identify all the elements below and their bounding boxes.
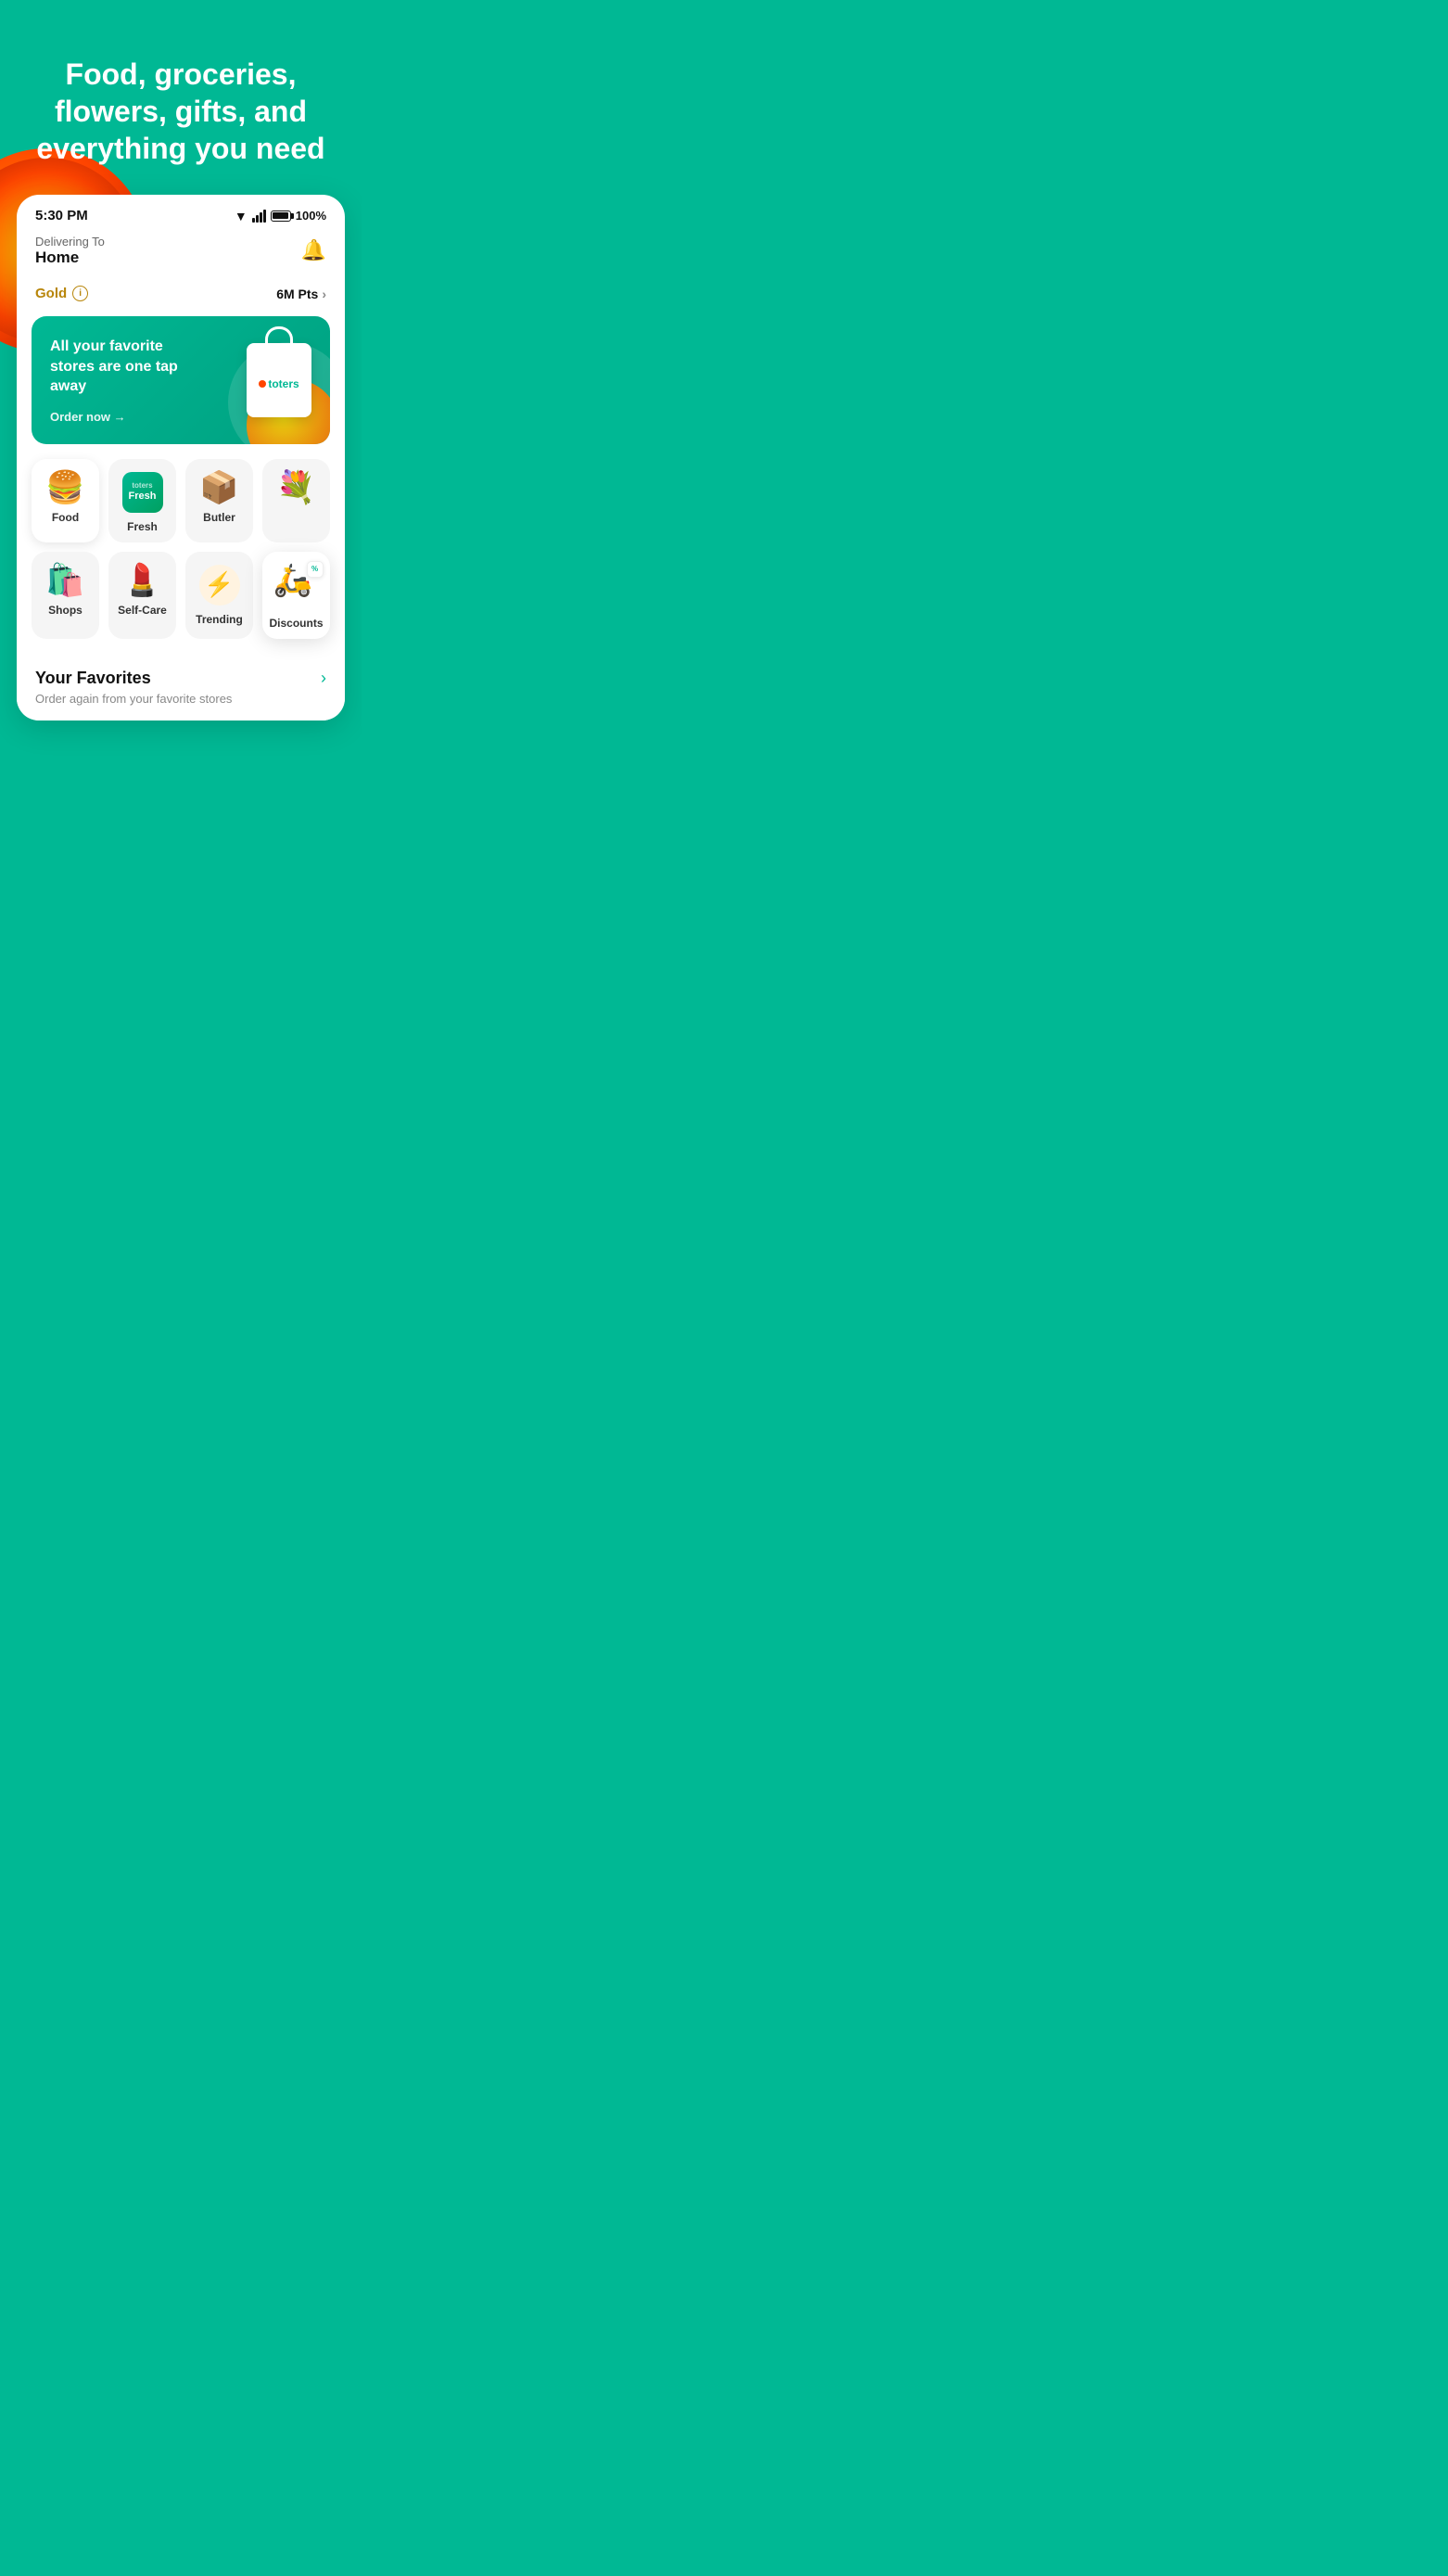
app-wrapper: Food, groceries, flowers, gifts, and eve… xyxy=(0,0,362,758)
points-display[interactable]: 6M Pts › xyxy=(276,287,326,301)
selfcare-icon: 💄 xyxy=(122,565,161,596)
flowers-icon: 💐 xyxy=(276,472,315,504)
status-icons: ▼ 100% xyxy=(235,209,326,223)
favorites-subtitle: Order again from your favorite stores xyxy=(35,692,326,706)
shops-label: Shops xyxy=(48,604,83,617)
hero-section: Food, groceries, flowers, gifts, and eve… xyxy=(0,0,362,195)
category-food[interactable]: 🍔 Food xyxy=(32,459,99,542)
category-butler[interactable]: 📦 Butler xyxy=(185,459,253,542)
categories-section: 🍔 Food toters Fresh Fresh 📦 Butler xyxy=(17,459,345,654)
status-bar: 5:30 PM ▼ 100% xyxy=(17,195,345,231)
points-value: 6M Pts xyxy=(276,287,318,301)
trending-icon: ⚡ xyxy=(199,565,240,606)
selfcare-label: Self-Care xyxy=(118,604,167,617)
category-flowers[interactable]: 💐 xyxy=(262,459,330,542)
favorites-section: Your Favorites › Order again from your f… xyxy=(17,654,345,721)
category-shops[interactable]: 🛍️ Shops xyxy=(32,552,99,639)
trending-label: Trending xyxy=(196,613,243,626)
favorites-title: Your Favorites xyxy=(35,669,151,688)
category-row-2: 🛍️ Shops 💄 Self-Care ⚡ Trending 🛵 xyxy=(32,552,330,639)
bag-shape: toters xyxy=(247,343,311,417)
delivery-header: Delivering To Home 🔔 xyxy=(17,231,345,278)
signal-icon xyxy=(252,210,266,223)
chevron-right-icon: › xyxy=(322,287,326,301)
category-fresh[interactable]: toters Fresh Fresh xyxy=(108,459,176,542)
discount-badge: % xyxy=(307,561,324,578)
phone-card: 5:30 PM ▼ 100% Delivering To Home xyxy=(17,195,345,721)
delivery-info: Delivering To Home xyxy=(35,235,105,267)
shops-icon: 🛍️ xyxy=(45,565,84,596)
toters-logo: toters xyxy=(259,377,298,390)
fresh-label: Fresh xyxy=(127,520,158,533)
favorites-header: Your Favorites › xyxy=(35,669,326,688)
logo-dot xyxy=(259,380,266,388)
butler-icon: 📦 xyxy=(199,472,238,504)
battery-percent: 100% xyxy=(296,209,326,223)
gold-membership-bar[interactable]: Gold i 6M Pts › xyxy=(17,278,345,316)
butler-label: Butler xyxy=(203,511,235,524)
category-discounts[interactable]: 🛵 % Discounts xyxy=(262,552,330,639)
status-time: 5:30 PM xyxy=(35,208,88,223)
gold-label: Gold xyxy=(35,286,67,301)
bottom-spacer xyxy=(0,721,362,758)
delivering-to-label: Delivering To xyxy=(35,235,105,249)
gold-left: Gold i xyxy=(35,286,129,301)
promo-banner[interactable]: All your favorite stores are one tap awa… xyxy=(32,316,330,444)
wifi-icon: ▼ xyxy=(235,209,248,223)
food-icon: 🍔 xyxy=(45,472,84,504)
category-trending[interactable]: ⚡ Trending xyxy=(185,552,253,639)
category-selfcare[interactable]: 💄 Self-Care xyxy=(108,552,176,639)
favorites-chevron-icon[interactable]: › xyxy=(321,669,326,688)
gold-progress-bar xyxy=(103,292,129,295)
gold-info-icon[interactable]: i xyxy=(72,286,88,301)
discounts-label: Discounts xyxy=(269,617,323,630)
notifications-button[interactable]: 🔔 xyxy=(301,238,326,262)
bag-handle xyxy=(265,326,293,347)
category-row-1: 🍔 Food toters Fresh Fresh 📦 Butler xyxy=(32,459,330,542)
banner-bag: toters xyxy=(247,343,311,417)
discounts-icon-wrap: 🛵 % xyxy=(273,565,320,611)
food-label: Food xyxy=(52,511,79,524)
battery-icon xyxy=(271,210,291,222)
logo-text: toters xyxy=(268,377,298,390)
hero-title: Food, groceries, flowers, gifts, and eve… xyxy=(28,56,334,167)
fresh-icon: toters Fresh xyxy=(122,472,163,513)
delivery-location: Home xyxy=(35,249,105,267)
banner-text: All your favorite stores are one tap awa… xyxy=(50,337,194,397)
